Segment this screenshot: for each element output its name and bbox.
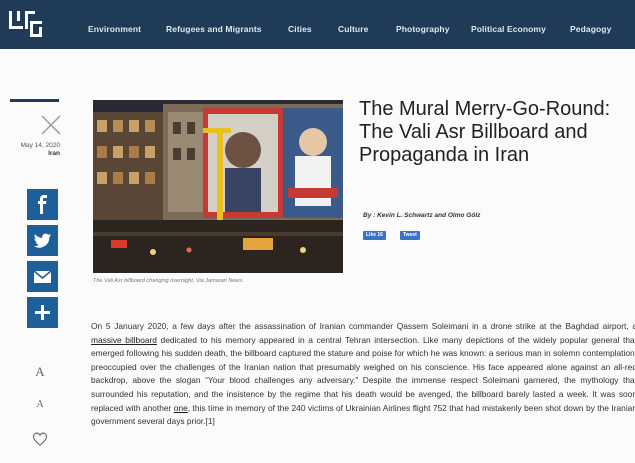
email-share-button[interactable] <box>27 261 58 292</box>
nav-item-environment[interactable]: Environment <box>88 24 141 34</box>
massive-billboard-link[interactable]: massive billboard <box>91 335 157 345</box>
article-title: The Mural Merry-Go-Round: The Vali Asr B… <box>359 98 611 166</box>
nav-item-photography[interactable]: Photography <box>396 24 450 34</box>
replacement-billboard-link[interactable]: one <box>174 403 188 413</box>
facebook-share-button[interactable] <box>27 189 58 220</box>
article-date: May 14, 2020 Iran <box>0 142 60 158</box>
nav-item-cities[interactable]: Cities <box>288 24 312 34</box>
nav-item-refugees-and-migrants[interactable]: Refugees and Migrants <box>166 24 262 34</box>
nav-item-culture[interactable]: Culture <box>338 24 368 34</box>
nav-item-political-economy[interactable]: Political Economy <box>471 24 546 34</box>
plus-icon <box>35 305 50 320</box>
twitter-icon <box>34 233 51 248</box>
date-text: May 14, 2020 <box>20 142 60 149</box>
close-icon[interactable] <box>40 114 62 136</box>
email-icon <box>33 270 52 283</box>
tweet-button[interactable]: Tweet <box>400 231 420 240</box>
article-photo <box>93 100 343 273</box>
top-navigation-bar: Environment Refugees and Migrants Cities… <box>0 0 635 49</box>
nav-item-pedagogy[interactable]: Pedagogy <box>570 24 611 34</box>
billboard-photo-illustration <box>93 100 343 273</box>
photo-caption: The Vali Asr billboard changing overnigh… <box>93 278 244 284</box>
font-size-increase-button[interactable]: A <box>30 364 50 380</box>
twitter-share-button[interactable] <box>27 225 58 256</box>
article-body: On 5 January 2020, a few days after the … <box>91 320 635 429</box>
heart-icon[interactable] <box>32 432 48 446</box>
more-share-button[interactable] <box>27 297 58 328</box>
body-text-2: dedicated to his memory appeared in a ce… <box>91 334 635 413</box>
body-text-1: On 5 January 2020, a few days after the … <box>91 321 635 331</box>
section-divider <box>10 99 59 102</box>
facebook-icon <box>38 195 47 214</box>
main-nav: Environment Refugees and Migrants Cities… <box>0 0 635 49</box>
country-tag[interactable]: Iran <box>0 150 60 158</box>
font-size-decrease-button[interactable]: A <box>30 399 50 410</box>
facebook-like-button[interactable]: Like 16 <box>363 231 386 240</box>
article-byline: By : Kevin L. Schwartz and Olmo Gölz <box>363 212 481 219</box>
